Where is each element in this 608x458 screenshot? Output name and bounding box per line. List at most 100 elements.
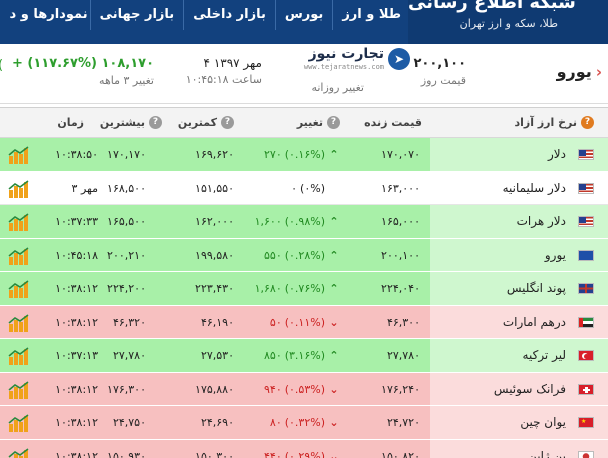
update-time: ۱۰:۳۸:۱۲ <box>55 282 98 295</box>
nav-stock[interactable]: بورس <box>274 0 332 30</box>
high-price: ۱۷۰,۱۷۰ <box>107 148 146 161</box>
uk-flag-icon <box>578 283 594 294</box>
nav-charts[interactable]: نمودارها و د <box>10 0 90 30</box>
high-price: ۱۵۰,۹۳۰ <box>107 449 146 458</box>
currency-name[interactable]: یورو <box>545 248 566 262</box>
site-brand[interactable]: شبکه اطلاع رسانی طلا، سکه و ارز تهران <box>408 0 608 44</box>
live-price: ۱۷۶,۲۴۰ <box>381 382 420 396</box>
currency-name: یورو <box>556 62 592 81</box>
chart-icon[interactable] <box>8 144 30 164</box>
header-change-label: تغییر <box>296 116 323 129</box>
chart-icon[interactable] <box>8 211 30 231</box>
day-price-label: قیمت روز <box>420 74 466 87</box>
table-row[interactable]: یورو ۲۰۰,۱۰۰ ۵۵۰ (۰.۲۸%) ⌃ ۱۹۹,۵۸۰ ۲۰۰,۲۱۰ ۱۰:۴… <box>0 238 608 272</box>
chart-icon[interactable] <box>8 379 30 399</box>
currency-name-cell: دلار سلیمانیه <box>430 172 608 205</box>
ch-flag-icon <box>578 383 594 395</box>
live-price: ۱۵۰,۸۲۰ <box>381 449 420 458</box>
chart-icon-line <box>8 414 29 424</box>
header-high[interactable]: بیشترین ? <box>100 116 162 129</box>
currency-name-cell: فرانک سوئیس <box>430 372 608 405</box>
currency-name[interactable]: یوان چین <box>520 415 566 429</box>
us-flag-icon <box>578 149 594 160</box>
chart-icon[interactable] <box>8 412 30 432</box>
low-price: ۲۷,۵۳۰ <box>200 349 234 362</box>
change-amount: ۱,۶۸۰ <box>254 282 282 295</box>
high-price: ۲۰۰,۲۱۰ <box>107 248 146 262</box>
update-time: ۳ مهر <box>71 181 98 195</box>
nav-global-market[interactable]: بازار جهانی <box>89 0 184 30</box>
table-row[interactable]: دلار سلیمانیه ۱۶۳,۰۰۰ ۰ (۰%) ۱۵۱,۵۵۰ ۱۶۸,۵۰۰ ۳… <box>0 171 608 205</box>
live-price: ۱۷۰,۰۷۰ <box>381 148 420 161</box>
chart-icon-line <box>8 347 29 357</box>
header-live-price[interactable]: قیمت زنده <box>364 116 422 129</box>
chart-icon[interactable] <box>8 278 30 298</box>
nav-gold-currency[interactable]: طلا و ارز <box>332 0 410 30</box>
chart-icon-line <box>8 146 29 156</box>
table-header: نرخ ارز آزاد ? قیمت زنده تغییر ? کمترین … <box>0 108 608 138</box>
logo-mark-icon: ➤ <box>388 48 410 70</box>
help-icon[interactable]: ? <box>581 116 594 129</box>
three-month-change-cell: + (۱۱۷.۶۷%) ۱۰۸,۱۷۰ تغییر ۳ ماهه <box>12 56 154 87</box>
currency-name[interactable]: دلار سلیمانیه <box>503 181 566 195</box>
eu-flag-icon <box>578 249 594 261</box>
jp-flag-icon <box>578 450 594 458</box>
chart-icon[interactable] <box>8 178 30 198</box>
update-time: ۱۰:۴۵:۱۸ <box>55 248 98 262</box>
date-cell: ۴ مهر ۱۳۹۷ ساعت ۱۰:۴۵:۱۸ <box>186 56 262 86</box>
nav-domestic-market[interactable]: بازار داخلی <box>183 0 275 30</box>
header-change[interactable]: تغییر ? <box>297 116 340 129</box>
chevron-right-icon: › <box>595 62 602 81</box>
currency-name[interactable]: پوند انگلیس <box>507 281 566 295</box>
low-price: ۲۴,۶۹۰ <box>200 416 234 429</box>
currency-name[interactable]: دلار <box>548 147 566 161</box>
header-low[interactable]: کمترین ? <box>178 116 234 129</box>
table-row[interactable]: دلار ۱۷۰,۰۷۰ ۲۷۰ (۰.۱۶%) ⌃ ۱۶۹,۶۲۰ ۱۷۰,۱۷۰ ۱۰:۳… <box>0 138 608 172</box>
cn-flag-icon: ★ <box>578 417 594 428</box>
currency-name[interactable]: لیر ترکیه <box>523 348 566 362</box>
help-icon[interactable]: ? <box>327 116 340 129</box>
free-rate-table: نرخ ارز آزاد ? قیمت زنده تغییر ? کمترین … <box>0 107 608 458</box>
three-month-change: (۱۱۷.۶۷%) ۱۰۸,۱۷۰ <box>27 56 154 71</box>
chart-icon[interactable] <box>8 446 30 458</box>
update-time: ۱۰:۳۸:۵۰ <box>55 148 98 161</box>
table-body: دلار ۱۷۰,۰۷۰ ۲۷۰ (۰.۱۶%) ⌃ ۱۶۹,۶۲۰ ۱۷۰,۱۷۰ ۱۰:۳… <box>0 138 608 458</box>
currency-name[interactable]: فرانک سوئیس <box>494 382 566 396</box>
help-icon[interactable]: ? <box>149 116 162 129</box>
chart-icon-line <box>8 246 29 257</box>
chart-icon[interactable] <box>8 345 30 365</box>
header-time[interactable]: زمان <box>57 116 84 129</box>
brand-title: شبکه اطلاع رسانی <box>408 0 576 13</box>
arrow-down-icon: ⌄ <box>329 315 339 329</box>
chart-icon[interactable] <box>8 245 30 265</box>
tejarat-news-logo[interactable]: ➤ تجارت نیوز www.tejaratnews.com <box>290 44 410 74</box>
time-label: ساعت ۱۰:۴۵:۱۸ <box>185 73 262 86</box>
ae-flag-icon <box>578 316 594 328</box>
change-value: ۱,۶۸۰ (۰.۷۶%) ⌃ <box>255 282 340 295</box>
change-value: ۹۴۰ (۰.۵۳%) ⌄ <box>264 383 340 396</box>
chart-icon-line <box>8 213 29 223</box>
table-row[interactable]: درهم امارات ۴۶,۳۰۰ ۵۰ (۰.۱۱%) ⌄ ۴۶,۱۹۰ ۴۶,۳۲۰ ۱… <box>0 305 608 339</box>
table-row[interactable]: لیر ترکیه ۲۷,۷۸۰ ۸۵۰ (۳.۱۶%) ⌃ ۲۷,۵۳۰ ۲۷,۷۸۰ ۱۰… <box>0 339 608 373</box>
currency-name[interactable]: ین ژاپن <box>528 449 566 458</box>
help-icon[interactable]: ? <box>221 116 234 129</box>
plus-icon: + <box>11 56 28 71</box>
change-percent: (۰.۲۹%) <box>284 449 325 458</box>
table-row[interactable]: دلار هرات ۱۶۵,۰۰۰ ۱,۶۰۰ (۰.۹۸%) ⌃ ۱۶۲,۰۰۰ ۱۶۵,… <box>0 205 608 239</box>
change-value: ۴۴۰ (۰.۲۹%) ⌄ <box>264 450 340 458</box>
currency-title[interactable]: یورو › <box>557 62 602 81</box>
currency-name[interactable]: دلار هرات <box>517 214 566 228</box>
low-price: ۲۲۳,۴۳۰ <box>195 282 234 295</box>
arrow-down-icon: ⌄ <box>329 449 339 458</box>
change-amount: ۹۴۰ <box>264 382 282 396</box>
currency-name[interactable]: درهم امارات <box>503 315 566 329</box>
change-value: ۸۵۰ (۳.۱۶%) ⌃ <box>264 349 340 362</box>
table-row[interactable]: ★ یوان چین ۲۴,۷۲۰ ۸۰ (۰.۳۲%) ⌄ ۲۴,۶۹۰ ۲۴,۷۵۰ ۱۰:… <box>0 406 608 440</box>
currency-name-cell: پوند انگلیس <box>430 272 608 305</box>
table-row[interactable]: فرانک سوئیس ۱۷۶,۲۴۰ ۹۴۰ (۰.۵۳%) ⌄ ۱۷۵,۸۸۰ ۱۷۶,… <box>0 372 608 406</box>
table-row[interactable]: پوند انگلیس ۲۲۴,۰۴۰ ۱,۶۸۰ (۰.۷۶%) ⌃ ۲۲۳,۴۳۰ ۲۲… <box>0 272 608 306</box>
table-row[interactable]: ین ژاپن ۱۵۰,۸۲۰ ۴۴۰ (۰.۲۹%) ⌄ ۱۵۰,۳۰۰ ۱۵۰,۹۳۰ ۱… <box>0 439 608 458</box>
low-price: ۱۵۰,۳۰۰ <box>195 449 234 458</box>
chart-icon[interactable] <box>8 312 30 332</box>
change-amount: ۱,۶۰۰ <box>254 215 282 228</box>
